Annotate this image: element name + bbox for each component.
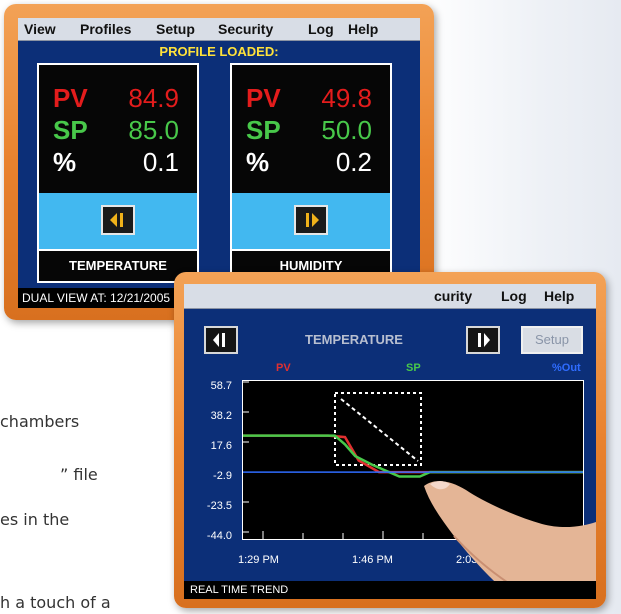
previous-button[interactable] — [204, 326, 238, 354]
previous-button[interactable] — [101, 205, 135, 235]
sp-label: SP — [53, 115, 88, 145]
legend-pv: PV — [276, 362, 291, 374]
legend-sp: SP — [406, 362, 421, 374]
menu-view[interactable]: View — [24, 21, 56, 37]
humidity-readout: PV 49.8 SP 50.0 % 0.2 — [232, 65, 390, 193]
sp-value: 50.0 — [321, 115, 372, 145]
next-button[interactable] — [294, 205, 328, 235]
trend-title: TEMPERATURE — [305, 332, 403, 347]
background-text-2: ” file — [60, 465, 98, 484]
next-icon — [478, 333, 490, 347]
x-tick-label: 1:29 PM — [238, 554, 279, 566]
y-tick-label: 58.7 — [210, 380, 232, 392]
menu-help[interactable]: Help — [544, 288, 574, 304]
temperature-label[interactable]: TEMPERATURE — [39, 251, 197, 281]
device-frame-trend: curity Log Help TEMPERATURE Setup PV SP … — [174, 272, 606, 608]
previous-icon — [213, 333, 225, 347]
humidity-panel: PV 49.8 SP 50.0 % 0.2 HUMIDITY — [230, 63, 392, 283]
menu-log[interactable]: Log — [308, 21, 334, 37]
pv-label: PV — [246, 83, 281, 113]
temperature-nav-zone — [39, 193, 197, 249]
pv-value: 84.9 — [128, 83, 179, 113]
menu-log[interactable]: Log — [501, 288, 527, 304]
humidity-nav-zone — [232, 193, 390, 249]
y-ticks — [243, 381, 249, 533]
temperature-panel: PV 84.9 SP 85.0 % 0.1 TEMPERATURE — [37, 63, 199, 283]
percent-label: % — [53, 147, 77, 177]
background-text-3: es in the — [0, 510, 70, 529]
menu-security[interactable]: curity — [434, 288, 472, 304]
dual-view-screen: View Profiles Setup Security Log Help PR… — [18, 18, 420, 308]
sp-label: SP — [246, 115, 281, 145]
percent-value: 0.2 — [335, 147, 372, 177]
status-bar: REAL TIME TREND — [184, 581, 596, 599]
background-text-4: h a touch of a — [0, 593, 111, 612]
y-tick-label: -23.5 — [206, 500, 232, 512]
trend-screen: curity Log Help TEMPERATURE Setup PV SP … — [184, 284, 596, 599]
y-tick-label: -44.0 — [206, 530, 232, 542]
y-tick-label: 38.2 — [210, 410, 232, 422]
next-button[interactable] — [466, 326, 500, 354]
y-tick-label: 17.6 — [210, 440, 232, 452]
legend-out: %Out — [552, 362, 581, 374]
profile-loaded-banner: PROFILE LOADED: — [159, 44, 279, 59]
percent-value: 0.1 — [142, 147, 179, 177]
percent-label: % — [246, 147, 270, 177]
menu-help[interactable]: Help — [348, 21, 378, 37]
temperature-readout: PV 84.9 SP 85.0 % 0.1 — [39, 65, 197, 193]
pv-value: 49.8 — [321, 83, 372, 113]
y-tick-label: -2.9 — [213, 470, 232, 482]
next-icon — [306, 213, 319, 227]
menu-bar: View Profiles Setup Security Log Help — [18, 18, 420, 41]
x-tick-label: 1:46 PM — [352, 554, 393, 566]
menu-profiles[interactable]: Profiles — [80, 21, 131, 37]
pv-label: PV — [53, 83, 88, 113]
pointing-hand — [424, 481, 596, 599]
menu-setup[interactable]: Setup — [156, 21, 195, 37]
sp-value: 85.0 — [128, 115, 179, 145]
menu-security[interactable]: Security — [218, 21, 273, 37]
previous-icon — [110, 213, 123, 227]
setup-button[interactable]: Setup — [521, 326, 583, 354]
menu-bar: curity Log Help — [184, 284, 596, 309]
background-text-1: chambers — [0, 412, 80, 431]
